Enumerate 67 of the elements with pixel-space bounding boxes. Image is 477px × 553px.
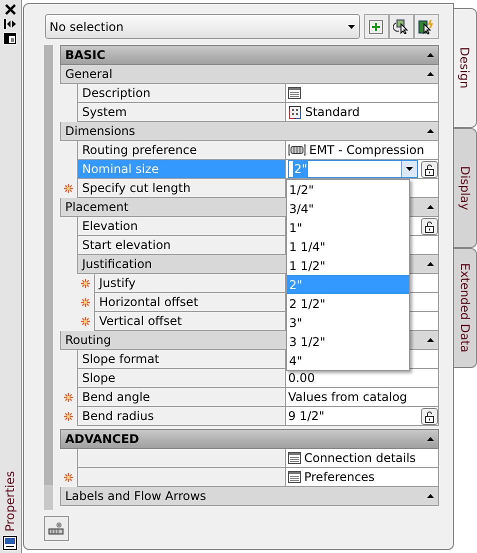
- property-value: Values from catalog: [288, 389, 408, 406]
- conduit-icon: [288, 144, 306, 156]
- collapse-icon[interactable]: [426, 494, 434, 498]
- add-icon: [369, 20, 384, 34]
- property-label[interactable]: Horizontal offset: [94, 293, 286, 312]
- caret-icon: [348, 24, 355, 28]
- system-icon: [288, 104, 302, 120]
- collapse-icon[interactable]: [426, 262, 434, 266]
- menu-icon[interactable]: [4, 33, 16, 44]
- add-to-selection-button[interactable]: [364, 14, 389, 39]
- collapse-icon[interactable]: [426, 205, 434, 209]
- add-conduit-icon: [48, 522, 64, 536]
- collapse-icon[interactable]: [426, 129, 434, 133]
- property-label[interactable]: Vertical offset: [94, 312, 286, 331]
- property-value: Standard: [305, 104, 360, 121]
- property-label[interactable]: Specify cut length: [77, 179, 286, 198]
- category-header[interactable]: Dimensions: [60, 122, 439, 141]
- property-label[interactable]: Description: [77, 84, 286, 103]
- selection-dropdown[interactable]: No selection: [44, 14, 360, 39]
- quick-select-icon: [418, 18, 434, 34]
- dropdown-option[interactable]: 3 1/2": [287, 332, 410, 351]
- property-label[interactable]: Slope: [77, 369, 286, 388]
- property-label[interactable]: System: [77, 103, 286, 122]
- dropdown-option[interactable]: 1 1/2": [287, 256, 410, 275]
- property-label[interactable]: Start elevation: [77, 236, 286, 255]
- quick-select-button[interactable]: [414, 14, 439, 39]
- side-tab[interactable]: Extended Data: [454, 248, 477, 368]
- property-value: 9 1/2": [288, 408, 324, 425]
- collapse-icon[interactable]: [426, 72, 434, 76]
- cursor-icon: [393, 19, 410, 34]
- lock-button[interactable]: [420, 218, 438, 234]
- caret-icon: [406, 167, 413, 171]
- collapse-icon[interactable]: [426, 338, 434, 342]
- lock-icon: [422, 162, 436, 176]
- lock-icon: [422, 220, 436, 232]
- side-tab[interactable]: Design: [452, 8, 477, 128]
- auto-hide-icon[interactable]: [4, 19, 16, 29]
- dropdown-option[interactable]: 3/4": [287, 199, 410, 218]
- select-objects-button[interactable]: [388, 14, 414, 39]
- table-icon: [288, 471, 302, 483]
- property-label[interactable]: Slope format: [77, 350, 286, 369]
- property-label[interactable]: Bend radius: [77, 407, 286, 426]
- property-value: Preferences: [304, 469, 375, 486]
- close-icon[interactable]: [4, 4, 16, 15]
- property-label[interactable]: Justify: [94, 274, 286, 293]
- collapse-icon[interactable]: [426, 437, 434, 441]
- table-icon: [288, 87, 302, 99]
- property-label[interactable]: Bend angle: [77, 388, 286, 407]
- property-value: 0.00: [288, 370, 315, 387]
- scrollbar[interactable]: [44, 45, 54, 510]
- lock-button[interactable]: [420, 160, 438, 178]
- collapse-icon[interactable]: [426, 53, 434, 57]
- palette-title: Properties: [2, 471, 18, 532]
- property-value: Connection details: [304, 450, 416, 467]
- lock-icon: [422, 410, 436, 422]
- side-tab[interactable]: Display: [454, 128, 477, 248]
- lock-button[interactable]: [420, 408, 438, 424]
- pick-add-button[interactable]: [44, 516, 69, 541]
- property-value: EMT - Compression: [309, 142, 424, 159]
- section-header[interactable]: ADVANCED: [60, 429, 439, 449]
- properties-icon[interactable]: [3, 536, 18, 550]
- category-header[interactable]: Labels and Flow Arrows: [60, 487, 439, 506]
- property-label[interactable]: Routing preference: [77, 141, 286, 160]
- section-header[interactable]: BASIC: [60, 45, 439, 65]
- category-header[interactable]: General: [60, 65, 439, 84]
- table-icon: [288, 452, 302, 464]
- property-label[interactable]: Elevation: [77, 217, 286, 236]
